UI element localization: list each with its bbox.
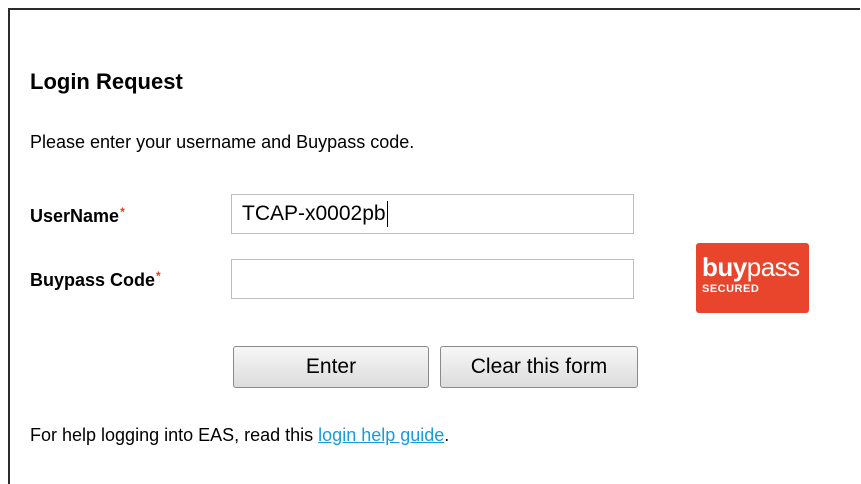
- buypass-logo-wordmark: buypass: [702, 254, 809, 280]
- intro-text: Please enter your username and Buypass c…: [30, 132, 415, 152]
- username-value: TCAP-x0002pb: [242, 202, 386, 225]
- username-label: UserName*: [30, 205, 125, 227]
- text-caret: [386, 201, 388, 228]
- buypass-code-input[interactable]: [231, 259, 634, 299]
- buypass-code-label-text: Buypass Code: [30, 270, 156, 290]
- enter-button[interactable]: Enter: [233, 346, 429, 388]
- required-marker: *: [120, 205, 125, 219]
- login-help-guide-link[interactable]: login help guide: [318, 425, 444, 445]
- page-title: Login Request: [30, 69, 183, 94]
- required-marker: *: [156, 269, 161, 283]
- username-input[interactable]: TCAP-x0002pb: [231, 194, 634, 234]
- buypass-code-label: Buypass Code*: [30, 269, 161, 291]
- help-text: For help logging into EAS, read this log…: [30, 424, 449, 446]
- logo-tagline: SECURED: [702, 283, 760, 295]
- buypass-logo: buypass SECURED: [696, 243, 809, 313]
- logo-brand-bold: buy: [702, 252, 747, 282]
- username-label-text: UserName: [30, 206, 120, 226]
- help-suffix: .: [444, 425, 450, 445]
- help-prefix: For help logging into EAS, read this: [30, 425, 319, 445]
- logo-brand-light: pass: [746, 252, 800, 282]
- clear-form-button[interactable]: Clear this form: [440, 346, 638, 388]
